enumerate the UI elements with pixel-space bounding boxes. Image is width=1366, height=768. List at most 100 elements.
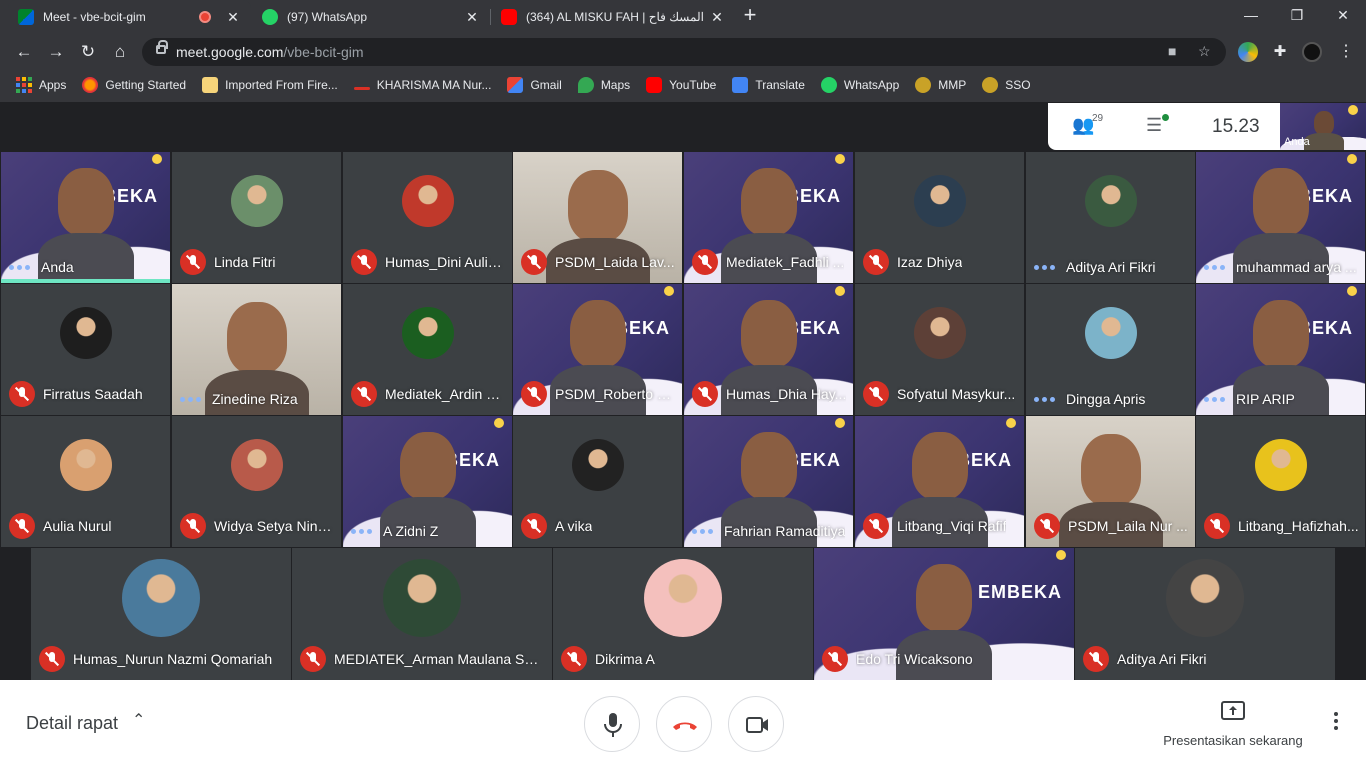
participant-tile[interactable]: PSDM_Laida Lav... bbox=[513, 152, 682, 283]
participant-tile[interactable]: EMBEKA Litbang_Viqi Rafif bbox=[855, 416, 1024, 547]
participant-tile[interactable]: Humas_Nurun Nazmi Qomariah bbox=[31, 548, 291, 680]
self-view-label: Anda bbox=[1284, 136, 1310, 148]
bookmark-maps[interactable]: Maps bbox=[577, 77, 630, 93]
participant-tile[interactable]: Mediatek_Ardin N... bbox=[343, 284, 512, 415]
back-icon[interactable]: ← bbox=[12, 40, 36, 64]
present-now-button[interactable]: Presentasikan sekarang bbox=[1158, 700, 1308, 748]
participant-tile[interactable]: Izaz Dhiya bbox=[855, 152, 1024, 283]
present-screen-icon bbox=[1221, 701, 1245, 720]
reload-icon[interactable]: ↻ bbox=[76, 40, 100, 64]
participant-name: Edo Tri Wicaksono bbox=[856, 651, 973, 667]
chat-icon[interactable]: ☰ bbox=[1146, 115, 1162, 136]
bookmark-getting-started[interactable]: Getting Started bbox=[82, 77, 186, 93]
participant-name: Humas_Nurun Nazmi Qomariah bbox=[73, 651, 273, 667]
mic-off-icon bbox=[1204, 513, 1230, 539]
participant-name: Litbang_Viqi Rafif bbox=[897, 518, 1007, 534]
folder-icon bbox=[202, 77, 219, 93]
participant-tile[interactable]: Dingga Apris bbox=[1026, 284, 1195, 415]
bookmark-star-icon[interactable]: ☆ bbox=[1198, 43, 1211, 60]
mic-off-icon bbox=[300, 646, 326, 672]
menu-kebab-icon[interactable]: ⋮ bbox=[1334, 40, 1358, 64]
participant-tile[interactable]: EMBEKA Edo Tri Wicaksono bbox=[814, 548, 1074, 680]
participant-avatar bbox=[383, 558, 461, 637]
url-text: meet.google.com/vbe-bcit-gim bbox=[176, 44, 364, 60]
participant-tile[interactable]: EMBEKA A Zidni Z bbox=[343, 416, 512, 547]
home-icon[interactable]: ⌂ bbox=[108, 40, 132, 64]
mic-off-icon bbox=[351, 381, 377, 407]
participant-tile[interactable]: EMBEKA Fahrian Ramaditiya bbox=[684, 416, 853, 547]
participant-tile[interactable]: MEDIATEK_Arman Maulana Sap... bbox=[292, 548, 552, 680]
participant-tile[interactable]: Widya Setya Ning... bbox=[172, 416, 341, 547]
audio-activity-icon bbox=[1034, 264, 1058, 270]
participant-tile[interactable]: EMBEKA Anda bbox=[1, 152, 170, 283]
participant-tile[interactable]: Sofyatul Masykur... bbox=[855, 284, 1024, 415]
close-tab-icon[interactable]: ✕ bbox=[225, 9, 241, 26]
video-camera-icon bbox=[746, 717, 768, 733]
bookmark-apps[interactable]: Apps bbox=[16, 77, 66, 93]
close-tab-icon[interactable]: ✕ bbox=[709, 9, 725, 26]
participant-count: 29 bbox=[1092, 113, 1104, 124]
participant-tile[interactable]: A vika bbox=[513, 416, 682, 547]
tab-title: (364) AL MISKU FAH | المسك فاح bbox=[526, 10, 704, 24]
bookmark-kharisma[interactable]: KHARISMA MA Nur... bbox=[353, 78, 491, 92]
audio-activity-icon bbox=[351, 528, 375, 534]
participant-name: A Zidni Z bbox=[383, 523, 439, 539]
self-view[interactable]: Anda bbox=[1280, 103, 1366, 150]
microphone-button[interactable] bbox=[584, 696, 640, 752]
participant-tile[interactable]: Zinedine Riza bbox=[172, 284, 341, 415]
address-bar[interactable]: meet.google.com/vbe-bcit-gim ■ ☆ bbox=[142, 38, 1226, 66]
participant-tile[interactable]: Linda Fitri bbox=[172, 152, 341, 283]
tab-whatsapp[interactable]: (97) WhatsApp ✕ bbox=[252, 0, 490, 34]
tab-title: (97) WhatsApp bbox=[287, 10, 368, 24]
bookmark-sso[interactable]: SSO bbox=[982, 77, 1031, 93]
maximize-icon[interactable]: ❐ bbox=[1274, 0, 1320, 30]
participant-tile[interactable]: EMBEKA muhammad arya ... bbox=[1196, 152, 1365, 283]
participant-tile[interactable]: Aditya Ari Fikri bbox=[1075, 548, 1335, 680]
bookmark-mmp[interactable]: MMP bbox=[915, 77, 966, 93]
extension-icon[interactable] bbox=[1238, 42, 1258, 62]
new-tab-icon[interactable]: + bbox=[738, 4, 762, 28]
participant-avatar bbox=[644, 558, 722, 637]
participant-tile[interactable]: Aulia Nurul bbox=[1, 416, 170, 547]
participant-tile[interactable]: Litbang_Hafizhah... bbox=[1196, 416, 1365, 547]
chevron-up-icon[interactable]: ⌃ bbox=[132, 710, 145, 730]
meeting-details-button[interactable]: Detail rapat bbox=[26, 713, 118, 734]
camera-button[interactable] bbox=[728, 696, 784, 752]
participant-tile[interactable]: EMBEKA Humas_Dhia Hay... bbox=[684, 284, 853, 415]
minimize-icon[interactable]: — bbox=[1228, 0, 1274, 30]
participant-label: Sofyatul Masykur... bbox=[863, 381, 1015, 407]
participant-tile[interactable]: Firratus Saadah bbox=[1, 284, 170, 415]
participant-tile[interactable]: PSDM_Laila Nur ... bbox=[1026, 416, 1195, 547]
recording-indicator-icon bbox=[199, 11, 211, 23]
bookmark-translate[interactable]: Translate bbox=[732, 77, 805, 93]
participant-name: Aulia Nurul bbox=[43, 518, 112, 534]
mic-off-icon bbox=[180, 249, 206, 275]
participant-tile[interactable]: EMBEKA RIP ARIP bbox=[1196, 284, 1365, 415]
bookmark-gmail[interactable]: Gmail bbox=[507, 77, 562, 93]
participant-tile[interactable]: EMBEKA Mediatek_Fadhli ... bbox=[684, 152, 853, 283]
participant-tile[interactable]: Humas_Dini Aulia... bbox=[343, 152, 512, 283]
bookmark-whatsapp[interactable]: WhatsApp bbox=[820, 77, 899, 93]
participant-label: Aditya Ari Fikri bbox=[1083, 646, 1206, 672]
tab-youtube[interactable]: (364) AL MISKU FAH | المسك فاح ✕ bbox=[491, 0, 735, 34]
participant-tile[interactable]: Dikrima A bbox=[553, 548, 813, 680]
bookmark-youtube[interactable]: YouTube bbox=[646, 77, 716, 93]
camera-blocked-icon[interactable]: ■ bbox=[1168, 43, 1176, 59]
bookmark-imported[interactable]: Imported From Fire... bbox=[202, 77, 338, 93]
participant-tile[interactable]: EMBEKA PSDM_Roberto C... bbox=[513, 284, 682, 415]
participant-label: Humas_Nurun Nazmi Qomariah bbox=[39, 646, 272, 672]
extensions-puzzle-icon[interactable]: ✚ bbox=[1268, 40, 1292, 64]
more-options-icon[interactable] bbox=[1330, 712, 1342, 736]
participant-avatar bbox=[913, 175, 966, 228]
end-call-button[interactable] bbox=[656, 696, 712, 752]
profile-avatar[interactable] bbox=[1302, 42, 1322, 62]
forward-icon[interactable]: → bbox=[44, 40, 68, 64]
close-window-icon[interactable]: ✕ bbox=[1320, 0, 1366, 30]
participant-tile[interactable]: Aditya Ari Fikri bbox=[1026, 152, 1195, 283]
tab-meet[interactable]: Meet - vbe-bcit-gim ✕ bbox=[8, 0, 251, 34]
participant-name: PSDM_Laida Lav... bbox=[555, 254, 675, 270]
participant-label: MEDIATEK_Arman Maulana Sap... bbox=[300, 646, 546, 672]
close-tab-icon[interactable]: ✕ bbox=[464, 9, 480, 26]
audio-activity-icon bbox=[692, 528, 716, 534]
whatsapp-favicon-icon bbox=[262, 9, 278, 25]
